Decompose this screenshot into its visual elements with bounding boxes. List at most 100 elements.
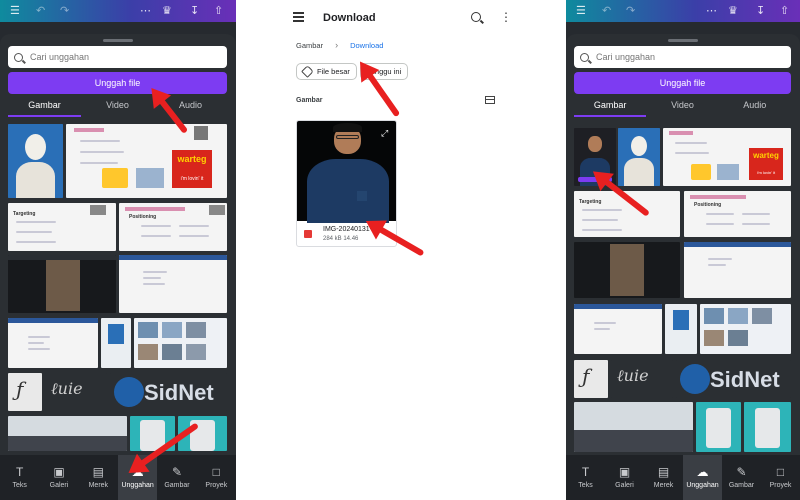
text-icon: T	[15, 465, 24, 479]
search-field[interactable]	[8, 46, 227, 68]
sheet-handle[interactable]	[103, 39, 133, 42]
thumb-phone-mockup-1[interactable]	[696, 402, 741, 452]
thumb-portrait-small[interactable]	[101, 318, 131, 368]
nav-draw[interactable]: ✎ Gambar	[722, 455, 761, 500]
thumb-sidnet-logo[interactable]: SidNet	[110, 373, 227, 411]
breadcrumb-images[interactable]: Gambar	[296, 41, 323, 50]
thumb-group-photo[interactable]	[574, 402, 693, 452]
nav-text[interactable]: T Teks	[566, 455, 605, 500]
text-icon: T	[581, 465, 590, 479]
thumb-signature-1[interactable]: ƒ	[574, 360, 608, 398]
canva-uploads-panel-right: ☰ ↶ ↷ ⋯ ♛ ↧ ⇧ Unggah file Gambar Video A…	[566, 0, 800, 500]
editor-toolbar: ☰ ↶ ↷ ⋯ ♛ ↧ ⇧	[566, 0, 800, 22]
bottom-nav: TTeks ▣Galeri ▤Merek ☁Unggahan ✎Gambar □…	[0, 455, 236, 500]
redo-icon[interactable]: ↷	[626, 4, 635, 18]
nav-brand[interactable]: ▤ Merek	[644, 455, 683, 500]
file-thumbnail[interactable]: ⤢	[297, 121, 396, 223]
thumb-slide-positioning[interactable]: Positioning	[119, 203, 227, 251]
nav-projects[interactable]: □ Proyek	[197, 455, 236, 500]
search-input[interactable]	[30, 52, 200, 62]
tab-video[interactable]: Video	[646, 97, 718, 117]
more-icon[interactable]: ⋯	[706, 4, 717, 18]
folder-icon: □	[776, 465, 785, 479]
nav-label: Galeri	[615, 482, 634, 489]
ad-brand-text: warteg	[753, 151, 779, 160]
logo-text: SidNet	[710, 367, 780, 392]
slide-title-text: Positioning	[694, 202, 722, 208]
thumb-collage[interactable]	[134, 318, 227, 368]
hamburger-menu-icon[interactable]	[293, 12, 304, 22]
thumb-portrait-woman[interactable]	[618, 128, 660, 186]
list-view-icon[interactable]	[485, 96, 495, 104]
thumb-signature-2[interactable]: ℓuie	[45, 373, 107, 411]
thumb-document-window[interactable]	[119, 255, 227, 313]
ad-slogan-text: i'm lovin' it	[180, 176, 204, 182]
app-bar: Download ⋮	[236, 8, 566, 30]
crown-icon[interactable]: ♛	[162, 4, 172, 18]
upload-file-button[interactable]: Unggah file	[8, 72, 227, 94]
nav-uploads[interactable]: ☁ Unggahan	[683, 455, 722, 500]
undo-icon[interactable]: ↶	[36, 4, 45, 18]
thumb-group-photo[interactable]	[8, 416, 127, 451]
filter-chip-large-files[interactable]: File besar	[296, 63, 357, 80]
search-input[interactable]	[596, 52, 766, 62]
thumb-document-window[interactable]	[684, 242, 791, 298]
thumb-portrait-woman[interactable]	[8, 124, 63, 198]
menu-icon[interactable]: ☰	[576, 4, 586, 18]
thumb-slide-positioning[interactable]: Positioning	[684, 191, 791, 237]
crown-icon[interactable]: ♛	[728, 4, 738, 18]
search-icon[interactable]	[471, 12, 481, 22]
nav-label: Teks	[578, 482, 593, 489]
nav-text[interactable]: T Teks	[0, 455, 39, 500]
thumb-slide-targeting[interactable]: Targeting	[8, 203, 116, 251]
nav-label: Merek	[88, 482, 109, 489]
upload-file-button[interactable]: Unggah file	[574, 72, 791, 94]
thumb-collage[interactable]	[700, 304, 791, 354]
thumb-video-dark[interactable]	[8, 255, 116, 313]
thumb-document-2[interactable]	[574, 304, 662, 354]
undo-icon[interactable]: ↶	[602, 4, 611, 18]
tag-icon	[301, 65, 314, 78]
thumb-signature-2[interactable]: ℓuie	[611, 360, 673, 398]
nav-label: Gambar	[164, 482, 190, 489]
nav-brand[interactable]: ▤ Merek	[79, 455, 118, 500]
file-manager-download: Download ⋮ Gambar › Download File besar …	[236, 0, 566, 500]
more-icon[interactable]: ⋯	[140, 4, 151, 18]
nav-gallery[interactable]: ▣ Galeri	[39, 455, 78, 500]
breadcrumb: Gambar › Download	[296, 40, 383, 50]
tab-images[interactable]: Gambar	[8, 97, 81, 117]
nav-label: Unggahan	[686, 482, 719, 489]
share-icon[interactable]: ⇧	[780, 4, 789, 18]
image-file-icon	[304, 230, 312, 238]
media-tabs: Gambar Video Audio	[8, 97, 227, 117]
tab-video[interactable]: Video	[81, 97, 154, 117]
thumb-video-dark[interactable]	[574, 242, 680, 298]
thumb-portrait-small[interactable]	[665, 304, 697, 354]
share-icon[interactable]: ⇧	[214, 4, 223, 18]
thumb-phone-mockup-2[interactable]	[744, 402, 791, 452]
redo-icon[interactable]: ↷	[60, 4, 69, 18]
nav-gallery[interactable]: ▣ Galeri	[605, 455, 644, 500]
more-vert-icon[interactable]: ⋮	[500, 11, 512, 23]
tab-audio[interactable]: Audio	[719, 97, 791, 117]
expand-icon[interactable]: ⤢	[381, 128, 388, 139]
nav-draw[interactable]: ✎ Gambar	[157, 455, 196, 500]
download-icon[interactable]: ↧	[190, 4, 199, 18]
tab-images[interactable]: Gambar	[574, 97, 647, 117]
nav-projects[interactable]: □ Proyek	[761, 455, 800, 500]
thumb-sidnet-logo[interactable]: SidNet	[676, 360, 791, 398]
search-field[interactable]	[574, 46, 791, 68]
breadcrumb-download[interactable]: Download	[350, 41, 383, 50]
thumb-signature-1[interactable]: ƒ	[8, 373, 42, 411]
thumb-document-2[interactable]	[8, 318, 98, 368]
page-title: Download	[323, 12, 376, 24]
thumb-slide-ads[interactable]: warteg i'm lovin' it	[66, 124, 227, 198]
thumb-slide-ads[interactable]: warteg i'm lovin' it	[663, 128, 791, 186]
download-icon[interactable]: ↧	[756, 4, 765, 18]
draw-icon: ✎	[736, 465, 747, 479]
menu-icon[interactable]: ☰	[10, 4, 20, 18]
brand-icon: ▤	[657, 465, 670, 479]
slide-title-text: Targeting	[13, 211, 36, 217]
sheet-handle[interactable]	[668, 39, 698, 42]
search-icon	[14, 52, 23, 62]
